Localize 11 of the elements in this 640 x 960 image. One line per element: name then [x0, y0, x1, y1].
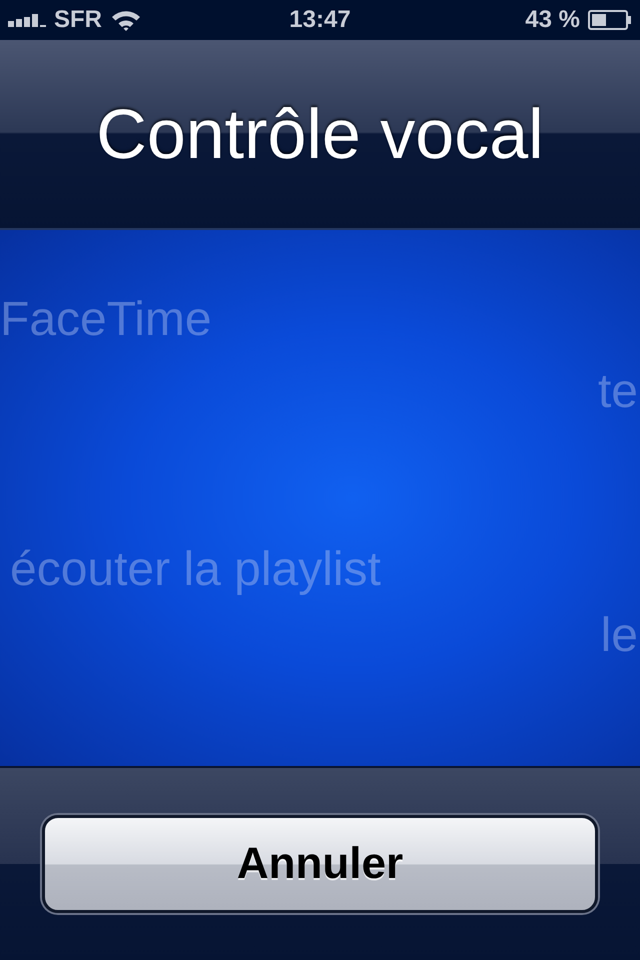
- suggestion-phrase: te: [598, 364, 638, 419]
- clock-time: 13:47: [289, 6, 351, 34]
- signal-icon: [8, 13, 46, 27]
- suggestion-phrase: FaceTime: [0, 292, 212, 347]
- cancel-button[interactable]: Annuler: [42, 815, 598, 913]
- screen-title: Contrôle vocal: [96, 94, 544, 174]
- suggestion-phrase: écouter la playlist: [10, 542, 381, 597]
- battery-icon: [588, 10, 632, 30]
- battery-percent: 43 %: [525, 6, 580, 34]
- carrier-name: SFR: [54, 6, 102, 34]
- suggestion-phrase: le: [600, 608, 638, 663]
